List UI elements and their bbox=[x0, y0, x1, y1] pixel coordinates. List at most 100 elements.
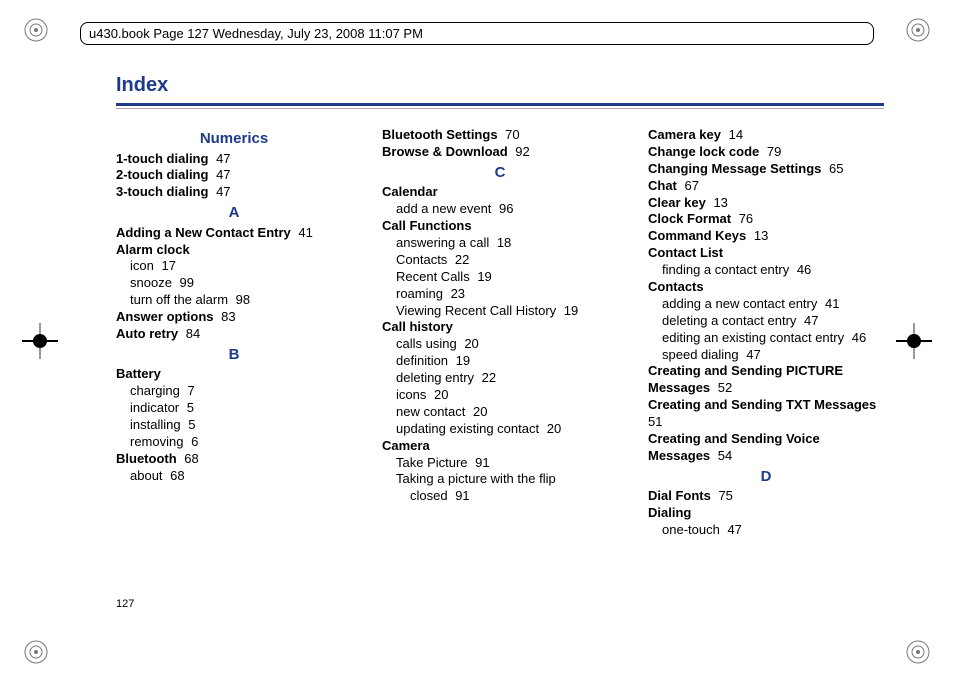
page-reference: 47 bbox=[724, 522, 742, 537]
index-entry: Contact List bbox=[648, 245, 884, 262]
page-reference: 19 bbox=[560, 303, 578, 318]
index-entry: Call Functions bbox=[382, 218, 618, 235]
page-reference: 19 bbox=[474, 269, 492, 284]
index-entry: Contacts bbox=[648, 279, 884, 296]
index-entry: Battery bbox=[116, 366, 352, 383]
index-subentry: new contact 20 bbox=[382, 404, 618, 421]
registration-mark-icon bbox=[904, 16, 932, 44]
page-reference: 79 bbox=[763, 144, 781, 159]
index-subentry: speed dialing 47 bbox=[648, 347, 884, 364]
page-reference: 20 bbox=[469, 404, 487, 419]
page-reference: 46 bbox=[848, 330, 866, 345]
section-letter: C bbox=[382, 163, 618, 183]
index-subentry: removing 6 bbox=[116, 434, 352, 451]
registration-mark-icon bbox=[22, 638, 50, 666]
index-entry: Creating and Sending TXT Messages 51 bbox=[648, 397, 884, 431]
index-subentry: charging 7 bbox=[116, 383, 352, 400]
index-entry: Chat 67 bbox=[648, 178, 884, 195]
index-entry: Command Keys 13 bbox=[648, 228, 884, 245]
document-header: u430.book Page 127 Wednesday, July 23, 2… bbox=[80, 22, 874, 45]
index-columns: Numerics1-touch dialing 472-touch dialin… bbox=[116, 127, 884, 539]
page-reference: 41 bbox=[821, 296, 839, 311]
index-subentry: editing an existing contact entry 46 bbox=[648, 330, 884, 347]
page-reference: 84 bbox=[182, 326, 200, 341]
index-subentry: one-touch 47 bbox=[648, 522, 884, 539]
page-reference: 96 bbox=[495, 201, 513, 216]
index-entry: Answer options 83 bbox=[116, 309, 352, 326]
index-subentry: icons 20 bbox=[382, 387, 618, 404]
index-subentry: Taking a picture with the flip bbox=[382, 471, 618, 488]
index-subentry: Viewing Recent Call History 19 bbox=[382, 303, 618, 320]
index-subentry: snooze 99 bbox=[116, 275, 352, 292]
index-entry: Browse & Download 92 bbox=[382, 144, 618, 161]
index-title: Index bbox=[116, 74, 884, 97]
index-entry: Creating and Sending PICTURE bbox=[648, 363, 884, 380]
page-reference: 65 bbox=[825, 161, 843, 176]
index-subentry: adding a new contact entry 41 bbox=[648, 296, 884, 313]
index-column: Numerics1-touch dialing 472-touch dialin… bbox=[116, 127, 352, 539]
page-reference: 47 bbox=[212, 184, 230, 199]
index-entry: Camera bbox=[382, 438, 618, 455]
page-reference: 23 bbox=[447, 286, 465, 301]
index-entry: Messages 54 bbox=[648, 448, 884, 465]
page-reference: 83 bbox=[218, 309, 236, 324]
page-content: Index Numerics1-touch dialing 472-touch … bbox=[116, 74, 884, 622]
index-entry: Changing Message Settings 65 bbox=[648, 161, 884, 178]
index-entry: Clear key 13 bbox=[648, 195, 884, 212]
index-subentry: icon 17 bbox=[116, 258, 352, 275]
page-number: 127 bbox=[116, 598, 134, 610]
page-reference: 14 bbox=[725, 127, 743, 142]
page-reference: 99 bbox=[176, 275, 194, 290]
registration-mark-icon bbox=[22, 16, 50, 44]
index-entry: Auto retry 84 bbox=[116, 326, 352, 343]
index-subentry: finding a contact entry 46 bbox=[648, 262, 884, 279]
page-reference: 75 bbox=[715, 488, 733, 503]
page-reference: 22 bbox=[451, 252, 469, 267]
index-subentry: deleting a contact entry 47 bbox=[648, 313, 884, 330]
page-reference: 22 bbox=[478, 370, 496, 385]
index-entry: Dialing bbox=[648, 505, 884, 522]
index-entry: Change lock code 79 bbox=[648, 144, 884, 161]
title-underline-thin bbox=[116, 108, 884, 109]
index-subentry: answering a call 18 bbox=[382, 235, 618, 252]
index-entry: Camera key 14 bbox=[648, 127, 884, 144]
page-reference: 20 bbox=[543, 421, 561, 436]
index-subentry: Contacts 22 bbox=[382, 252, 618, 269]
index-entry: Bluetooth 68 bbox=[116, 451, 352, 468]
page-reference: 54 bbox=[714, 448, 732, 463]
index-entry: 3-touch dialing 47 bbox=[116, 184, 352, 201]
page-reference: 47 bbox=[743, 347, 761, 362]
index-entry: Clock Format 76 bbox=[648, 211, 884, 228]
index-subentry: installing 5 bbox=[116, 417, 352, 434]
page-reference: 52 bbox=[714, 380, 732, 395]
page-reference: 13 bbox=[710, 195, 728, 210]
index-subentry: about 68 bbox=[116, 468, 352, 485]
page-reference: 76 bbox=[735, 211, 753, 226]
index-subentry: roaming 23 bbox=[382, 286, 618, 303]
index-subentry: closed 91 bbox=[382, 488, 618, 505]
page-reference: 51 bbox=[648, 414, 662, 429]
page-reference: 46 bbox=[793, 262, 811, 277]
page-reference: 7 bbox=[184, 383, 195, 398]
page-reference: 91 bbox=[452, 488, 470, 503]
index-entry: Messages 52 bbox=[648, 380, 884, 397]
index-entry: 1-touch dialing 47 bbox=[116, 151, 352, 168]
index-subentry: indicator 5 bbox=[116, 400, 352, 417]
page-reference: 47 bbox=[800, 313, 818, 328]
page-reference: 6 bbox=[187, 434, 198, 449]
index-entry: 2-touch dialing 47 bbox=[116, 167, 352, 184]
index-subentry: Recent Calls 19 bbox=[382, 269, 618, 286]
index-subentry: definition 19 bbox=[382, 353, 618, 370]
page-reference: 91 bbox=[472, 455, 490, 470]
page-reference: 68 bbox=[167, 468, 185, 483]
section-letter: A bbox=[116, 203, 352, 223]
index-subentry: turn off the alarm 98 bbox=[116, 292, 352, 309]
page-reference: 67 bbox=[681, 178, 699, 193]
registration-cross-icon bbox=[22, 323, 58, 359]
page-reference: 20 bbox=[461, 336, 479, 351]
page-reference: 18 bbox=[493, 235, 511, 250]
page-reference: 47 bbox=[212, 167, 230, 182]
page-reference: 13 bbox=[750, 228, 768, 243]
registration-cross-icon bbox=[896, 323, 932, 359]
page-reference: 5 bbox=[185, 417, 196, 432]
